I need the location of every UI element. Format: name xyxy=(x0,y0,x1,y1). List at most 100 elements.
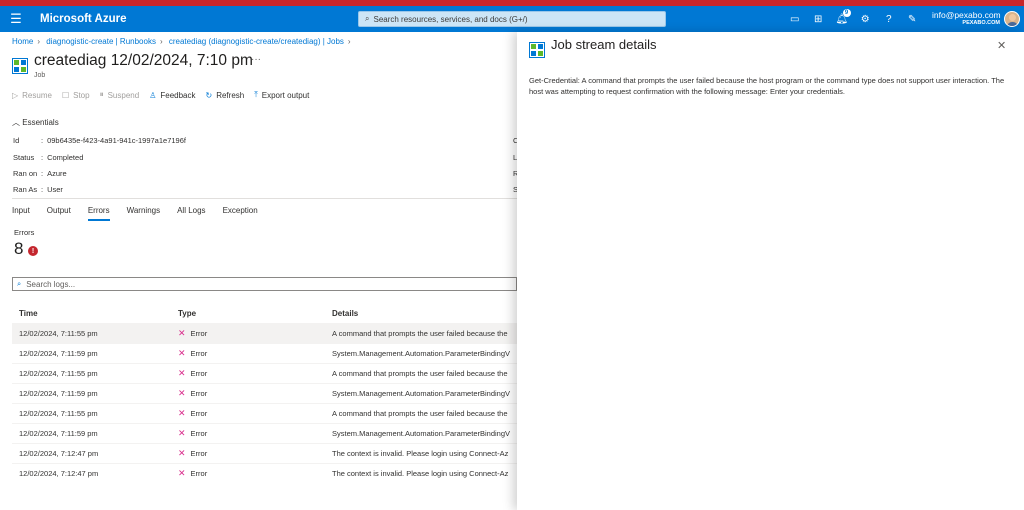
error-x-icon: ✕ xyxy=(178,408,186,418)
user-org: PEXABO.COM xyxy=(962,20,1000,26)
suspend-button[interactable]: ⏸︎ Suspend xyxy=(100,90,140,100)
error-x-icon: ✕ xyxy=(178,388,186,398)
tab-all-logs[interactable]: All Logs xyxy=(177,206,205,221)
table-row[interactable]: 12/02/2024, 7:11:59 pm ✕ Error System.Manag… xyxy=(12,343,517,363)
job-blade: Home › diagnogistic-create | Runbooks › cr… xyxy=(0,32,518,510)
feedback-person-icon: ♙ xyxy=(149,90,157,100)
top-icon-bar: ▭ ⊞ 🔔︎ 9 ⚙ ? ✎ xyxy=(783,9,925,28)
table-row[interactable]: 12/02/2024, 7:11:59 pm ✕ Error System.Manag… xyxy=(12,383,517,403)
row-time: 12/02/2024, 7:11:59 pm xyxy=(19,349,98,358)
search-logs-input[interactable]: ⌕ Search logs... xyxy=(12,277,517,291)
column-header-time[interactable]: Time xyxy=(12,309,172,318)
row-time: 12/02/2024, 7:11:55 pm xyxy=(19,369,98,378)
row-details: A command that prompts the user failed b… xyxy=(332,409,508,418)
tab-warnings[interactable]: Warnings xyxy=(127,206,161,221)
error-x-icon: ✕ xyxy=(178,428,186,438)
row-details: System.Management.Automation.ParameterBi… xyxy=(332,389,511,398)
pause-icon: ⏸︎ xyxy=(99,90,104,99)
row-type: ✕ Error xyxy=(178,468,208,478)
log-tabs: Input Output Errors Warnings All Logs Ex… xyxy=(12,206,275,221)
row-details: A command that prompts the user failed b… xyxy=(332,329,508,338)
breadcrumb-home[interactable]: Home xyxy=(12,37,33,46)
breadcrumb-jobs[interactable]: creatediag (diagnogistic-create/createdi… xyxy=(169,37,344,46)
row-type: ✕ Error xyxy=(178,428,208,438)
menu-icon[interactable]: ☰ xyxy=(2,11,30,27)
export-output-button[interactable]: ⤒ Export output xyxy=(254,90,309,100)
stop-button[interactable]: ☐ Stop xyxy=(62,90,90,100)
table-row[interactable]: 12/02/2024, 7:11:55 pm ✕ Error A command th… xyxy=(12,323,517,343)
table-header: Time Type Details xyxy=(12,304,517,323)
table-row[interactable]: 12/02/2024, 7:11:55 pm ✕ Error A command th… xyxy=(12,403,517,423)
tab-errors[interactable]: Errors xyxy=(87,206,110,221)
essentials-toggle[interactable]: ︿ Essentials xyxy=(12,117,59,128)
essentials-id: Id:09b6435e-f423-4a91-941c-1997a1e7196f xyxy=(13,136,186,145)
error-x-icon: ✕ xyxy=(178,368,186,378)
row-details: System.Management.Automation.ParameterBi… xyxy=(332,429,511,438)
brand-name[interactable]: Microsoft Azure xyxy=(40,13,126,25)
settings-gear-icon[interactable]: ⚙ xyxy=(854,10,878,28)
essentials-divider xyxy=(12,198,517,199)
column-header-details[interactable]: Details xyxy=(332,309,517,318)
top-bar: ☰ Microsoft Azure ⌕ Search resources, se… xyxy=(0,0,1024,32)
feedback-icon[interactable]: ✎ xyxy=(901,10,925,28)
error-x-icon: ✕ xyxy=(178,468,186,478)
table-row[interactable]: 12/02/2024, 7:12:47 pm ✕ Error The context … xyxy=(12,443,517,463)
error-log-table: Time Type Details 12/02/2024, 7:11:55 pm… xyxy=(12,304,517,483)
user-email: info@pexabo.com xyxy=(932,10,1001,20)
search-icon: ⌕ xyxy=(17,279,22,288)
row-time: 12/02/2024, 7:12:47 pm xyxy=(19,469,99,478)
row-time: 12/02/2024, 7:11:55 pm xyxy=(19,329,98,338)
more-options-icon[interactable]: ··· xyxy=(251,54,261,65)
page-title: creatediag 12/02/2024, 7:10 pm xyxy=(34,52,253,69)
upload-icon: ⤒ xyxy=(254,90,258,99)
notification-badge: 9 xyxy=(842,9,851,17)
page-subtitle: Job xyxy=(34,72,46,79)
global-search-placeholder: Search resources, services, and docs (G+… xyxy=(373,14,528,24)
row-time: 12/02/2024, 7:11:59 pm xyxy=(19,389,98,398)
table-row[interactable]: 12/02/2024, 7:11:59 pm ✕ Error System.Manag… xyxy=(12,423,517,443)
chevron-up-icon: ︿ xyxy=(12,118,20,127)
notifications-bell-icon[interactable]: 🔔︎ 9 xyxy=(830,9,854,28)
runbook-job-icon xyxy=(12,58,28,74)
column-header-type[interactable]: Type xyxy=(172,309,332,318)
errors-label: Errors xyxy=(14,228,35,237)
avatar[interactable] xyxy=(1004,11,1020,27)
error-x-icon: ✕ xyxy=(178,448,186,458)
resume-button[interactable]: ▷ Resume xyxy=(12,90,52,100)
play-icon: ▷ xyxy=(12,90,19,100)
essentials-status: Status: Completed xyxy=(13,153,84,162)
feedback-button[interactable]: ♙ Feedback xyxy=(149,90,195,100)
row-time: 12/02/2024, 7:11:59 pm xyxy=(19,429,98,438)
row-type: ✕ Error xyxy=(178,408,208,418)
command-bar: ▷ Resume ☐ Stop ⏸︎ Suspend ♙ Feedback ↻ Refre… xyxy=(12,90,309,100)
account-info[interactable]: info@pexabo.com PEXABO.COM xyxy=(932,10,1001,27)
panel-title: Job stream details xyxy=(551,37,657,52)
row-type: ✕ Error xyxy=(178,448,208,458)
row-type: ✕ Error xyxy=(178,348,208,358)
essentials-ran-as: Ran As: User xyxy=(13,185,63,194)
search-icon: ⌕ xyxy=(365,14,370,23)
error-x-icon: ✕ xyxy=(178,328,186,338)
breadcrumb: Home › diagnogistic-create | Runbooks › cr… xyxy=(12,37,351,46)
tab-output[interactable]: Output xyxy=(47,206,71,221)
row-type: ✕ Error xyxy=(178,388,208,398)
close-icon[interactable]: ✕ xyxy=(997,39,1006,52)
error-x-icon: ✕ xyxy=(178,348,186,358)
panel-message: Get-Credential: A command that prompts t… xyxy=(529,76,1005,96)
directory-filter-icon[interactable]: ⊞ xyxy=(807,10,831,28)
global-search-input[interactable]: ⌕ Search resources, services, and docs (… xyxy=(358,11,666,27)
cloud-shell-icon[interactable]: ▭ xyxy=(783,10,807,28)
breadcrumb-runbooks[interactable]: diagnogistic-create | Runbooks xyxy=(46,37,156,46)
tab-input[interactable]: Input xyxy=(12,206,30,221)
row-details: System.Management.Automation.ParameterBi… xyxy=(332,349,511,358)
row-time: 12/02/2024, 7:12:47 pm xyxy=(19,449,99,458)
tab-exception[interactable]: Exception xyxy=(223,206,258,221)
stop-icon: ☐ xyxy=(61,90,70,100)
row-type: ✕ Error xyxy=(178,368,208,378)
help-icon[interactable]: ? xyxy=(877,10,901,28)
runbook-job-icon xyxy=(529,42,545,58)
refresh-button[interactable]: ↻ Refresh xyxy=(206,90,245,100)
table-row[interactable]: 12/02/2024, 7:11:55 pm ✕ Error A command th… xyxy=(12,363,517,383)
row-details: A command that prompts the user failed b… xyxy=(332,369,508,378)
table-row[interactable]: 12/02/2024, 7:12:47 pm ✕ Error The context … xyxy=(12,463,517,483)
